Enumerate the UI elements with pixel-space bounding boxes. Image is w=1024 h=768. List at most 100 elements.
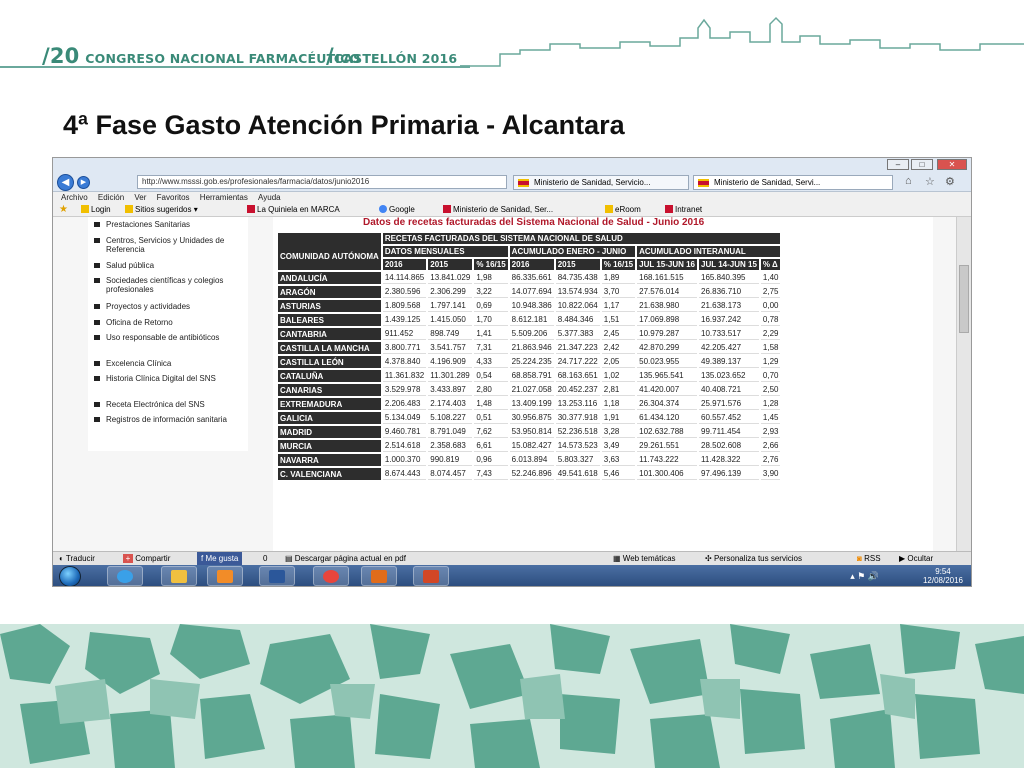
value-cell: 28.502.608 [699,440,759,452]
fav-ministerio[interactable]: Ministerio de Sanidad, Ser... [443,203,553,217]
fav-google[interactable]: Google [379,203,415,217]
value-cell: 5.803.327 [555,454,600,466]
value-cell: 50.023.955 [637,356,698,368]
left-menu-item[interactable]: Uso responsable de antibióticos [94,333,244,342]
gear-icon[interactable]: ⚙ [945,175,955,188]
fav-intranet[interactable]: Intranet [665,203,702,217]
left-menu-item[interactable]: Receta Electrónica del SNS [94,400,244,409]
value-cell: 1,41 [474,328,508,340]
value-cell: 13.409.199 [509,398,554,410]
menu-ayuda[interactable]: Ayuda [258,193,281,202]
fav-eroom[interactable]: eRoom [605,203,641,217]
tab-ministerio-1[interactable]: Ministerio de Sanidad, Servicio... [513,175,689,190]
column-header: % 16/15 [474,259,508,270]
spain-flag-icon [698,179,709,187]
value-cell: 11.428.322 [699,454,759,466]
table-row: CASTILLA LEÓN 4.378.840 4.196.909 4,33 25.22… [278,356,781,368]
value-cell: 8.074.457 [428,468,473,480]
personalize-link[interactable]: ✣ Personaliza tus servicios [705,552,802,565]
fav-login[interactable]: Login [81,203,111,217]
value-cell: 1,17 [601,300,636,312]
table-row: C. VALENCIANA 8.674.443 8.074.457 7,43 52.24… [278,468,781,480]
value-cell: 911.452 [382,328,427,340]
table-row: ARAGÓN 2.380.596 2.306.299 3,22 14.077.694 13… [278,286,781,298]
explorer-taskbar-button[interactable] [161,566,197,586]
left-menu-item[interactable]: Oficina de Retorno [94,318,244,327]
share-button[interactable]: + Compartir [123,552,170,565]
value-cell: 2.380.596 [382,286,427,298]
powerpoint-taskbar-button[interactable] [413,566,449,586]
value-cell: 21.638.173 [699,300,759,312]
value-cell: 2,75 [760,286,781,298]
left-menu-item[interactable]: Historia Clínica Digital del SNS [94,374,244,383]
star-icon[interactable]: ☆ [925,175,935,188]
close-icon[interactable]: ✕ [937,159,967,170]
table-row: CANARIAS 3.529.978 3.433.897 2,80 21.027.058… [278,384,781,396]
web-themes-link[interactable]: ▦ Web temáticas [613,552,676,565]
menu-herramientas[interactable]: Herramientas [200,193,248,202]
menu-archivo[interactable]: Archivo [61,193,88,202]
value-cell: 8.791.049 [428,426,473,438]
value-cell: 52.246.896 [509,468,554,480]
fav-quiniela[interactable]: La Quiniela en MARCA [247,203,340,217]
value-cell: 6,61 [474,440,508,452]
menu-ver[interactable]: Ver [134,193,146,202]
vertical-scrollbar[interactable] [956,217,971,551]
value-cell: 11.743.222 [637,454,698,466]
url-input[interactable]: http://www.msssi.gob.es/profesionales/fa… [137,175,507,189]
favorites-star-icon[interactable]: ★ [59,203,68,217]
left-menu-item[interactable]: Excelencia Clínica [94,359,244,368]
value-cell: 1.000.370 [382,454,427,466]
menu-edicion[interactable]: Edición [98,193,124,202]
scrollbar-thumb[interactable] [959,265,969,333]
left-menu-item[interactable]: Salud pública [94,261,244,270]
like-button[interactable]: f Me gusta [197,552,243,565]
tab-ministerio-2[interactable]: Ministerio de Sanidad, Servi... [693,175,893,190]
outlook-taskbar-button[interactable] [361,566,397,586]
congress-location: /CASTELLÓN 2016 [326,44,457,68]
home-icon[interactable]: ⌂ [905,175,912,187]
value-cell: 102.632.788 [637,426,698,438]
bullet-icon [94,320,100,325]
value-cell: 0,54 [474,370,508,382]
forward-icon[interactable]: ▶ [77,176,90,189]
rss-link[interactable]: ◙ RSS [857,552,881,565]
left-menu-item[interactable]: Centros, Servicios y Unidades de Referen… [94,236,244,254]
menu-favoritos[interactable]: Favoritos [157,193,190,202]
value-cell: 1.439.125 [382,314,427,326]
chrome-taskbar-button[interactable] [313,566,349,586]
value-cell: 135.965.541 [637,370,698,382]
value-cell: 26.304.374 [637,398,698,410]
ie-taskbar-button[interactable] [107,566,143,586]
left-menu-item[interactable]: Proyectos y actividades [94,302,244,311]
spain-flag-icon [665,205,673,213]
minimize-icon[interactable]: – [887,159,909,170]
left-menu-item[interactable]: Sociedades científicas y colegios profes… [94,276,244,294]
translate-button[interactable]: ◐ Traducir [59,552,95,565]
media-taskbar-button[interactable] [207,566,243,586]
left-menu-item[interactable]: Registros de información sanitaria [94,415,244,424]
column-header: % Δ [760,259,781,270]
value-cell: 49.541.618 [555,468,600,480]
fav-sitios-sugeridos[interactable]: Sitios sugeridos ▾ [125,203,198,217]
maximize-icon[interactable]: □ [911,159,933,170]
system-clock[interactable]: 9:54 12/08/2016 [923,567,963,585]
value-cell: 68.163.651 [555,370,600,382]
back-icon[interactable]: ◀ [57,174,74,191]
hide-button[interactable]: ▶ Ocultar [899,552,933,565]
start-icon[interactable] [59,566,81,586]
table-row: NAVARRA 1.000.370 990.819 0,96 6.013.894 5.80… [278,454,781,466]
value-cell: 29.261.551 [637,440,698,452]
windows-taskbar: ▴ ⚑ 🔊 9:54 12/08/2016 [53,565,971,586]
column-header: JUL 15-JUN 16 [637,259,698,270]
word-taskbar-button[interactable] [259,566,295,586]
table-row: MADRID 9.460.781 8.791.049 7,62 53.950.814 52… [278,426,781,438]
bullet-icon [94,222,100,227]
download-pdf-link[interactable]: ▤ Descargar página actual en pdf [285,552,406,565]
region-cell: ARAGÓN [278,286,381,298]
tray-icons[interactable]: ▴ ⚑ 🔊 [850,571,879,582]
left-menu-item[interactable]: Prestaciones Sanitarias [94,220,244,229]
value-cell: 10.948.386 [509,300,554,312]
powerpoint-icon [423,570,439,583]
prescriptions-table: COMUNIDAD AUTÓNOMA RECETAS FACTURADAS DE… [276,231,782,482]
